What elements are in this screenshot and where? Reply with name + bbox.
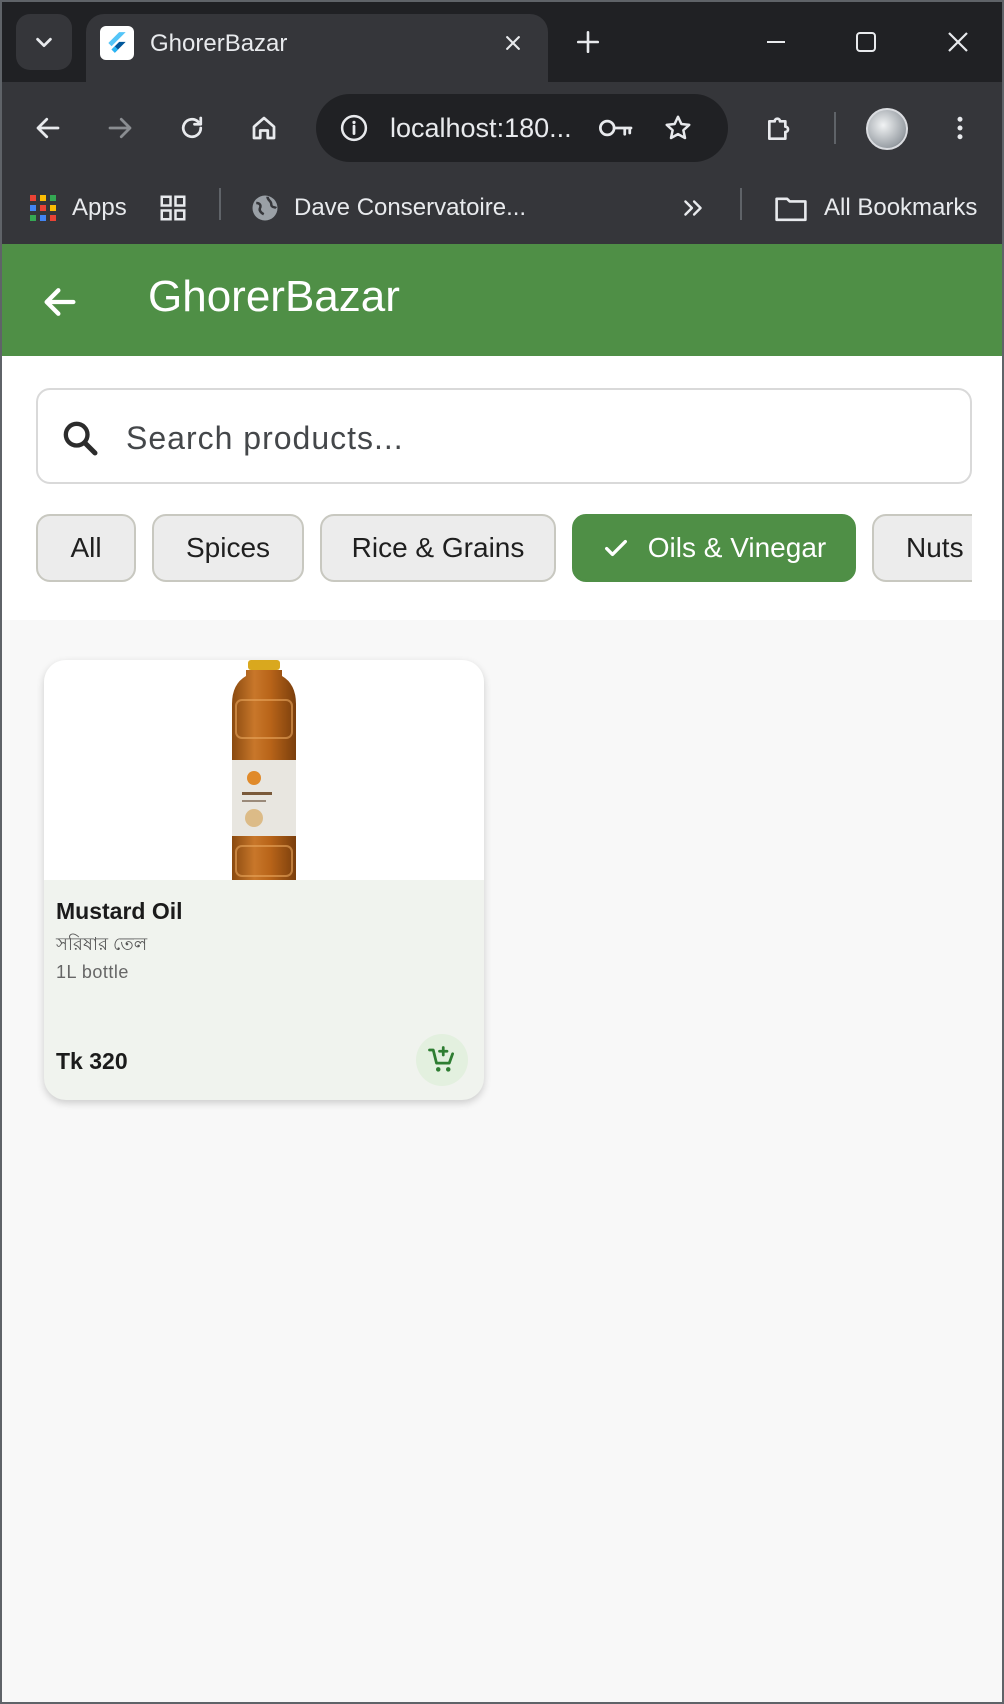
globe-icon xyxy=(252,195,278,221)
product-name-bangla: সরিষার তেল xyxy=(56,934,148,954)
search-input[interactable]: Search products... xyxy=(36,388,972,484)
bookmark-apps[interactable]: Apps xyxy=(28,188,127,228)
extensions-icon[interactable] xyxy=(758,106,802,150)
maximize-icon[interactable] xyxy=(844,20,888,64)
chip-label: Nuts xyxy=(906,532,964,563)
back-arrow-icon[interactable] xyxy=(36,278,84,326)
filter-panel: Search products... All Spices Rice & Gra… xyxy=(2,356,1002,620)
category-chip-spices[interactable]: Spices xyxy=(152,514,304,582)
product-card[interactable]: Mustard Oil সরিষার তেল 1L bottle Tk 320 xyxy=(44,660,484,1100)
chevron-down-icon xyxy=(36,37,52,48)
product-price: Tk 320 xyxy=(56,1048,128,1074)
category-chip-all[interactable]: All xyxy=(36,514,136,582)
bookmark-divider xyxy=(740,188,742,220)
all-bookmarks[interactable]: All Bookmarks xyxy=(774,188,977,228)
flutter-icon xyxy=(100,26,134,60)
product-grid: Mustard Oil সরিষার তেল 1L bottle Tk 320 xyxy=(2,620,1002,1702)
tab-search-button[interactable] xyxy=(16,14,72,70)
tab-title: GhorerBazar xyxy=(150,30,288,57)
url-text[interactable]: localhost:180... xyxy=(390,113,572,144)
product-unit: 1L bottle xyxy=(56,962,129,982)
bookmarks-bar: Apps Dave Conservatoire... All Bookmarks xyxy=(2,174,1002,244)
minimize-icon[interactable] xyxy=(754,20,798,64)
check-icon xyxy=(602,534,630,562)
all-bookmarks-label: All Bookmarks xyxy=(824,194,978,221)
oil-bottle-image xyxy=(232,660,296,880)
home-icon[interactable] xyxy=(242,106,286,150)
search-placeholder: Search products... xyxy=(126,420,404,456)
bookmark-item-label: Dave Conservatoire... xyxy=(294,194,527,221)
add-shopping-cart-icon xyxy=(428,1046,454,1072)
tab-strip: GhorerBazar xyxy=(2,2,1002,82)
bookmark-item[interactable]: Dave Conservatoire... xyxy=(250,188,526,228)
chip-label: Oils & Vinegar xyxy=(647,532,827,563)
toolbar-divider xyxy=(834,112,836,144)
bookmark-apps-label: Apps xyxy=(72,194,127,221)
apps-grid-icon xyxy=(30,195,56,221)
chip-label: All xyxy=(70,532,102,563)
address-bar[interactable]: localhost:180... xyxy=(316,94,728,162)
category-chip-nuts[interactable]: Nuts xyxy=(872,514,972,582)
bookmark-divider xyxy=(219,188,221,220)
key-icon[interactable] xyxy=(594,108,638,148)
site-info-icon[interactable] xyxy=(334,108,374,148)
back-icon[interactable] xyxy=(26,106,70,150)
profile-avatar[interactable] xyxy=(866,108,908,150)
browser-window: GhorerBazar localhost:180... Apps Dave C… xyxy=(0,0,1004,1704)
close-window-icon[interactable] xyxy=(936,20,980,64)
reload-icon[interactable] xyxy=(170,106,214,150)
star-icon[interactable] xyxy=(658,108,698,148)
add-to-cart-button[interactable] xyxy=(416,1034,468,1086)
menu-kebab-icon[interactable] xyxy=(938,106,982,150)
category-chip-rice-grains[interactable]: Rice & Grains xyxy=(320,514,556,582)
category-chip-oils-vinegar[interactable]: Oils & Vinegar xyxy=(572,514,856,582)
app-bar: GhorerBazar xyxy=(2,244,1002,356)
chip-label: Spices xyxy=(185,532,271,563)
new-tab-icon[interactable] xyxy=(568,22,608,62)
category-chips: All Spices Rice & Grains Oils & Vinegar … xyxy=(36,514,972,584)
folder-icon xyxy=(775,197,807,222)
product-name: Mustard Oil xyxy=(56,898,183,924)
search-icon xyxy=(58,416,102,460)
tab-groups-icon[interactable] xyxy=(158,188,188,228)
browser-toolbar: localhost:180... xyxy=(2,82,1002,174)
app-title: GhorerBazar xyxy=(148,272,400,321)
product-image xyxy=(44,660,484,880)
active-tab[interactable]: GhorerBazar xyxy=(86,14,548,82)
close-tab-icon[interactable] xyxy=(496,26,530,60)
forward-icon[interactable] xyxy=(98,106,142,150)
more-bookmarks-icon[interactable] xyxy=(680,188,706,228)
chip-label: Rice & Grains xyxy=(351,532,525,563)
